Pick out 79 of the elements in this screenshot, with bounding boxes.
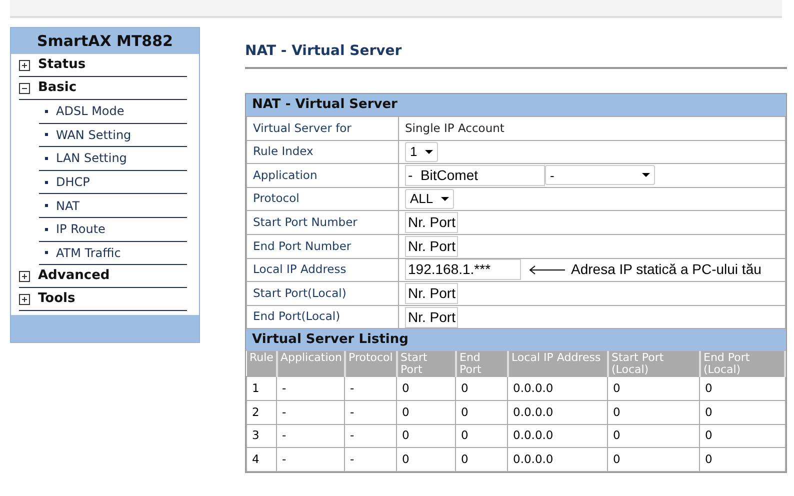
- column-header: Protocol: [348, 351, 393, 364]
- field-label: End Port(Local): [253, 309, 340, 324]
- submenu-item[interactable]: LAN Setting: [39, 147, 187, 171]
- table-cell: 0: [461, 428, 468, 442]
- field-value: Single IP Account: [405, 120, 504, 135]
- table-cell: 0: [613, 381, 620, 396]
- submenu-item[interactable]: ADSL Mode: [39, 100, 187, 124]
- column-header: End Port: [460, 351, 482, 376]
- table-cell: 0: [705, 381, 712, 396]
- table-cell: 0: [613, 428, 620, 442]
- menu-item[interactable]: Tools: [19, 288, 187, 312]
- table-cell: 0: [402, 404, 410, 419]
- dropdown[interactable]: ALL: [405, 189, 454, 210]
- field-label: Rule Index: [253, 144, 314, 158]
- table-cell: 2: [252, 404, 260, 419]
- column-header: Rule: [250, 351, 274, 364]
- table-cell: -: [282, 381, 286, 396]
- input-field[interactable]: Nr. Port: [405, 236, 458, 257]
- table-cell: 0: [705, 452, 712, 466]
- submenu-item[interactable]: WAN Setting: [39, 124, 187, 148]
- table-cell: 0.0.0.0: [513, 381, 554, 396]
- table-cell: -: [282, 452, 286, 466]
- table-cell: 0.0.0.0: [513, 452, 554, 466]
- table-cell: -: [350, 428, 354, 442]
- section-header: Virtual Server Listing: [246, 329, 786, 352]
- column-header: Application: [280, 351, 342, 364]
- submenu-item[interactable]: NAT: [39, 194, 187, 218]
- field-label: Local IP Address: [253, 262, 346, 276]
- caret-icon: [642, 173, 650, 178]
- table-cell: 4: [252, 452, 260, 466]
- table-cell: -: [282, 428, 286, 442]
- menu-item[interactable]: Status: [19, 54, 187, 77]
- menu-item[interactable]: Basic: [19, 77, 187, 100]
- table-cell: 0: [402, 381, 410, 396]
- table-cell: 0: [613, 404, 620, 419]
- table-cell: 0: [613, 452, 620, 466]
- input-field[interactable]: 192.168.1.***: [405, 259, 521, 280]
- dropdown[interactable]: -: [545, 165, 655, 186]
- submenu-item[interactable]: IP Route: [39, 218, 187, 242]
- field-label: Application: [253, 168, 318, 182]
- field-label: Start Port Number: [253, 215, 358, 230]
- table-cell: 0: [705, 404, 712, 419]
- table-cell: 0: [705, 428, 712, 442]
- table-cell: -: [350, 452, 354, 466]
- submenu-item[interactable]: ATM Traffic: [39, 242, 187, 266]
- arrow-icon: [529, 264, 565, 275]
- column-header: Local IP Address: [512, 351, 601, 364]
- dropdown[interactable]: 1: [405, 142, 438, 162]
- input-field[interactable]: Nr. Port: [405, 306, 458, 328]
- input-field[interactable]: Nr. Port: [405, 282, 458, 304]
- column-header: Start Port (Local): [612, 351, 664, 376]
- table-cell: -: [350, 404, 354, 419]
- annotation-text: Adresa IP statică a PC-ului tău: [571, 261, 762, 278]
- menu-item[interactable]: Advanced: [19, 265, 187, 288]
- caret-icon: [425, 150, 434, 154]
- sidebar-title: SmartAX MT882: [36, 31, 174, 52]
- table-cell: -: [350, 381, 354, 396]
- table-cell: 0: [461, 404, 468, 419]
- table-cell: 0.0.0.0: [513, 404, 554, 419]
- input-field[interactable]: - BitComet: [405, 164, 545, 186]
- field-label: Protocol: [253, 191, 300, 206]
- column-header: Start Port: [400, 351, 428, 376]
- table-cell: -: [282, 404, 286, 419]
- section-header: NAT - Virtual Server: [246, 94, 786, 116]
- field-label: Start Port(Local): [253, 286, 346, 300]
- field-label: Virtual Server for: [253, 120, 352, 135]
- caret-icon: [441, 197, 450, 202]
- table-cell: 0: [402, 452, 410, 466]
- input-field[interactable]: Nr. Port: [405, 212, 458, 234]
- table-cell: 0: [461, 452, 468, 466]
- column-header: End Port (Local): [704, 351, 750, 376]
- table-cell: 1: [252, 381, 260, 396]
- table-cell: 0.0.0.0: [513, 428, 554, 442]
- table-cell: 0: [402, 428, 410, 442]
- field-label: End Port Number: [253, 238, 352, 253]
- table-cell: 3: [252, 428, 260, 442]
- submenu-item[interactable]: DHCP: [39, 170, 187, 194]
- page-title: NAT - Virtual Server: [245, 27, 787, 69]
- table-cell: 0: [461, 381, 468, 396]
